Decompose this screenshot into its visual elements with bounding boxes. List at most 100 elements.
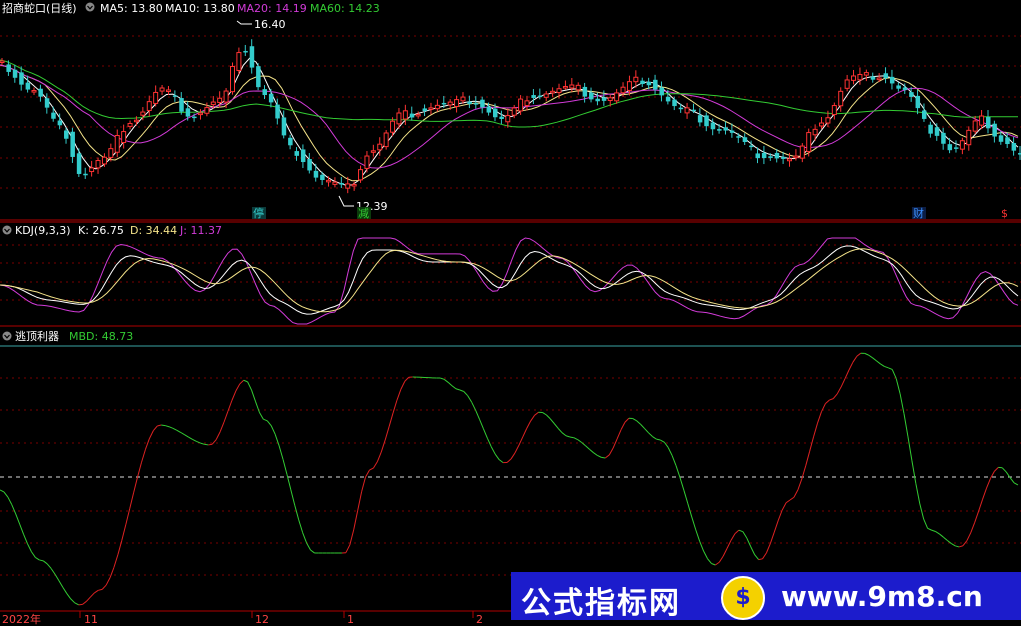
mbd-segment — [931, 529, 936, 532]
candle-body — [844, 79, 850, 89]
candle-body — [146, 101, 152, 111]
candle-body — [467, 101, 472, 105]
mbd-segment — [101, 584, 107, 590]
collapse-icon[interactable] — [2, 331, 12, 341]
mbd-segment — [404, 376, 410, 382]
collapse-icon[interactable] — [2, 225, 12, 235]
candle-body — [883, 73, 889, 79]
mbd-segment — [534, 411, 539, 416]
candle-body — [825, 117, 831, 124]
mbd-segment — [675, 465, 681, 478]
candle-body — [25, 82, 31, 90]
kdj-lines — [0, 237, 1019, 325]
candle-body — [691, 109, 696, 112]
candle-body — [64, 130, 69, 139]
candle-body — [774, 152, 780, 159]
mbd-segment — [54, 574, 60, 582]
mbd-segment — [369, 467, 374, 471]
mbd-segment — [144, 438, 150, 450]
candle-body — [595, 98, 600, 102]
mbd-segment — [840, 378, 846, 388]
mbd-segment — [707, 558, 712, 564]
mbd-segment — [215, 431, 221, 440]
kdj-k-label: K: 26.75 — [78, 224, 124, 237]
mbd-segment — [549, 418, 555, 424]
candle-body — [89, 167, 95, 173]
candle-body — [831, 105, 837, 116]
mbd-segment — [836, 386, 842, 395]
mbd-segment — [506, 458, 512, 463]
mbd-title: 逃顶利器 — [15, 330, 59, 343]
candle-body — [320, 174, 325, 181]
marker-dividend[interactable]: $ — [1001, 207, 1008, 220]
mbd-segment — [970, 522, 976, 533]
candle-body — [415, 113, 421, 117]
mbd-segment — [164, 425, 170, 428]
mbd-segment — [447, 381, 453, 387]
kdj-title: KDJ(9,3,3) — [15, 224, 71, 237]
mbd-segment — [754, 554, 759, 560]
mbd-segment — [62, 587, 68, 594]
mbd-segment — [624, 417, 630, 423]
mbd-segment — [451, 385, 457, 390]
mbd-segment — [310, 549, 315, 554]
mbd-segment — [695, 529, 701, 542]
watermark-site-name: 公式指标网 — [521, 586, 681, 621]
candle-body — [38, 88, 43, 97]
mbd-segment — [70, 598, 76, 604]
candle-body — [300, 149, 306, 163]
mbd-segment — [577, 439, 583, 443]
mbd-segment — [90, 592, 95, 598]
marker-finance[interactable]: 财 — [913, 206, 924, 220]
candle-body — [159, 87, 165, 92]
mbd-segment — [986, 478, 991, 489]
candle-body — [364, 155, 370, 169]
mbd-segment — [542, 412, 547, 416]
mbd-segment — [935, 531, 940, 535]
candle-body — [953, 147, 959, 149]
mbd-segment — [400, 381, 406, 390]
candle-body — [562, 86, 568, 89]
mbd-segment — [644, 428, 649, 434]
candle-body — [243, 50, 248, 53]
mbd-segment — [117, 540, 123, 555]
candle-body — [210, 101, 216, 106]
mbd-segment — [785, 499, 791, 504]
ma60-label: MA60: 14.23 — [310, 2, 380, 15]
marker-suspend[interactable]: 停 — [253, 206, 264, 220]
mbd-segment — [392, 399, 398, 414]
mbd-segment — [255, 401, 260, 413]
candle-body — [229, 65, 235, 93]
mbd-segment — [569, 436, 574, 439]
marker-reduce[interactable]: 减 — [358, 207, 369, 220]
candle-body — [95, 160, 101, 169]
ma10-label: MA10: 13.80 — [165, 2, 235, 15]
candle-body — [236, 52, 242, 71]
mbd-segment — [608, 447, 614, 456]
stock-chart[interactable]: 招商蛇口(日线) MA5: 13.80 MA10: 13.80 MA20: 14… — [0, 0, 1021, 626]
candle-body — [550, 90, 556, 94]
mbd-segment — [306, 542, 311, 551]
mbd-segment — [266, 420, 272, 426]
candle-body — [12, 69, 18, 78]
candle-body — [447, 101, 453, 106]
candle-body — [486, 106, 492, 113]
candle-body — [659, 87, 664, 96]
candle-body — [351, 183, 357, 187]
mbd-segment — [188, 436, 193, 440]
collapse-icon[interactable] — [85, 2, 95, 12]
candle-body — [165, 89, 171, 92]
mbd-segment — [868, 354, 873, 359]
mbd-segment — [856, 352, 862, 357]
candle-body — [921, 110, 927, 119]
mbd-segment — [15, 513, 21, 525]
candle-body — [704, 115, 709, 127]
candle-body — [511, 107, 517, 116]
candle-body — [966, 129, 972, 146]
mbd-segment — [648, 432, 653, 437]
candle-body — [646, 81, 652, 86]
candle-body — [582, 86, 588, 97]
mbd-segment — [211, 439, 217, 445]
candle-body — [121, 131, 127, 144]
candle-body — [761, 152, 767, 159]
